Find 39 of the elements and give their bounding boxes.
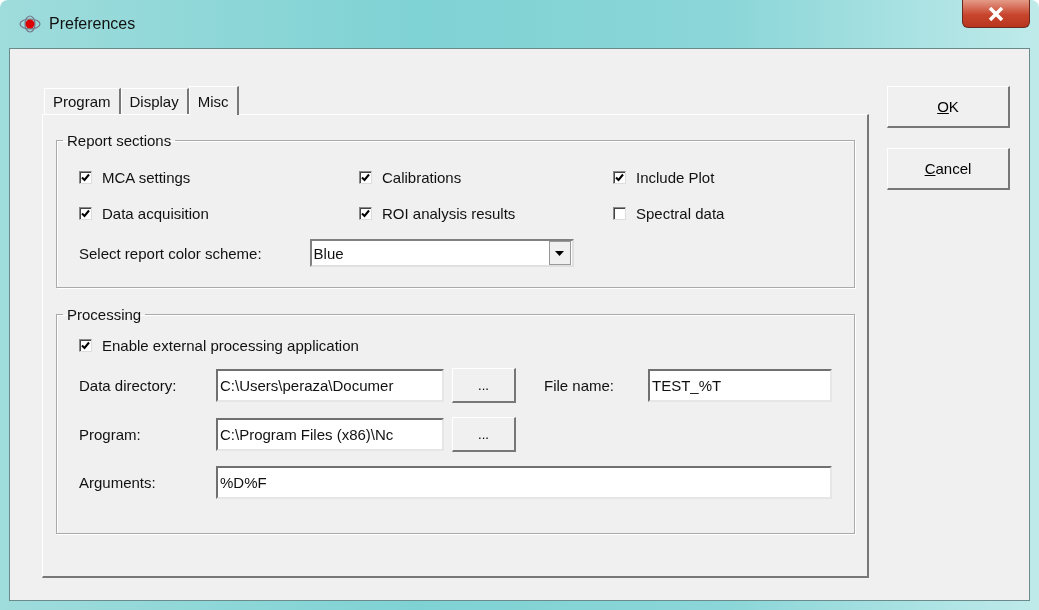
checkbox-label: Spectral data [636,205,725,222]
window-title: Preferences [49,15,136,33]
field-label: Data directory: [79,377,178,394]
field-label: Program: [79,426,142,443]
checkbox[interactable] [613,171,626,184]
input-field[interactable]: C:\Program Files (x86)\Nc [216,418,444,451]
color-scheme-dropdown[interactable]: Blue [309,239,574,267]
checkbox-label: Data acquisition [102,205,209,222]
input-field[interactable]: %D%F [216,466,832,499]
browse-button[interactable]: ... [452,368,516,403]
checkbox[interactable] [79,339,92,352]
checkbox-label: Calibrations [382,169,462,186]
dropdown-arrow-icon [555,250,565,256]
app-icon [19,15,41,33]
tab[interactable]: Program [44,88,121,114]
group-title: Processing [66,306,143,323]
checkbox[interactable] [359,171,372,184]
input-field[interactable]: C:\Users\peraza\Documer [216,369,444,402]
tab[interactable]: Display [120,88,189,114]
group-title: Report sections [66,132,173,149]
checkbox[interactable] [359,207,372,220]
dialog-button[interactable]: Cancel [887,148,1010,190]
close-button[interactable] [962,0,1030,28]
checkbox[interactable] [613,207,626,220]
checkbox[interactable] [79,171,92,184]
field-label: File name: [544,377,616,394]
checkbox-label: Include Plot [636,169,715,186]
browse-button[interactable]: ... [452,417,516,452]
field-label: Select report color scheme: [79,244,262,262]
checkbox-label: Enable external processing application [102,337,359,354]
checkbox-label: ROI analysis results [382,205,516,222]
dialog-button[interactable]: OK [887,86,1010,128]
checkbox-label: MCA settings [102,169,191,186]
tab[interactable]: Misc [188,86,239,115]
close-icon [988,6,1004,21]
dropdown-value: Blue [313,244,344,262]
field-label: Arguments: [79,474,157,491]
input-field[interactable]: TEST_%T [648,369,832,402]
checkbox[interactable] [79,207,92,220]
